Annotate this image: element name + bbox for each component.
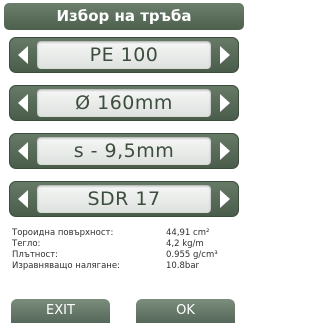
info-value: 10.8bar: [166, 261, 200, 271]
info-value: 44,91 cm²: [166, 228, 210, 238]
arrow-left-icon[interactable]: [18, 94, 28, 112]
info-value: 0.955 g/cm³: [166, 250, 218, 260]
arrow-left-icon[interactable]: [18, 46, 28, 64]
arrow-right-icon[interactable]: [220, 46, 230, 64]
info-row-surface: Тороидна повърхност: 44,91 cm²: [12, 228, 240, 239]
arrow-left-icon[interactable]: [18, 190, 28, 208]
diameter-value: Ø 160mm: [75, 92, 173, 114]
material-selector: PE 100: [9, 37, 239, 73]
sdr-selector: SDR 17: [9, 181, 239, 217]
wall-thickness-selector: s - 9,5mm: [9, 133, 239, 169]
material-value-panel: PE 100: [37, 41, 211, 69]
page-title: Избор на тръба: [4, 3, 244, 30]
diameter-value-panel: Ø 160mm: [37, 89, 211, 117]
exit-button[interactable]: EXIT: [11, 299, 110, 323]
info-row-density: Плътност: 0.955 g/cm³: [12, 250, 240, 261]
ok-button[interactable]: OK: [136, 299, 235, 323]
pipe-selection-screen: Избор на тръба PE 100 Ø 160mm s - 9,5mm …: [0, 0, 248, 323]
arrow-right-icon[interactable]: [220, 94, 230, 112]
info-row-weight: Тегло: 4,2 kg/m: [12, 239, 240, 250]
info-label: Плътност:: [12, 250, 59, 260]
arrow-left-icon[interactable]: [18, 142, 28, 160]
info-value: 4,2 kg/m: [166, 239, 204, 249]
diameter-selector: Ø 160mm: [9, 85, 239, 121]
info-label: Тегло:: [12, 239, 41, 249]
wall-thickness-value: s - 9,5mm: [73, 140, 175, 162]
material-value: PE 100: [89, 44, 159, 66]
sdr-value: SDR 17: [87, 188, 161, 210]
pipe-info-panel: Тороидна повърхност: 44,91 cm² Тегло: 4,…: [12, 228, 240, 272]
info-label: Тороидна повърхност:: [12, 228, 114, 238]
info-label: Изравняващо налягане:: [12, 261, 120, 271]
arrow-right-icon[interactable]: [220, 142, 230, 160]
arrow-right-icon[interactable]: [220, 190, 230, 208]
info-row-pressure: Изравняващо налягане: 10.8bar: [12, 261, 240, 272]
sdr-value-panel: SDR 17: [37, 185, 211, 213]
wall-thickness-value-panel: s - 9,5mm: [37, 137, 211, 165]
